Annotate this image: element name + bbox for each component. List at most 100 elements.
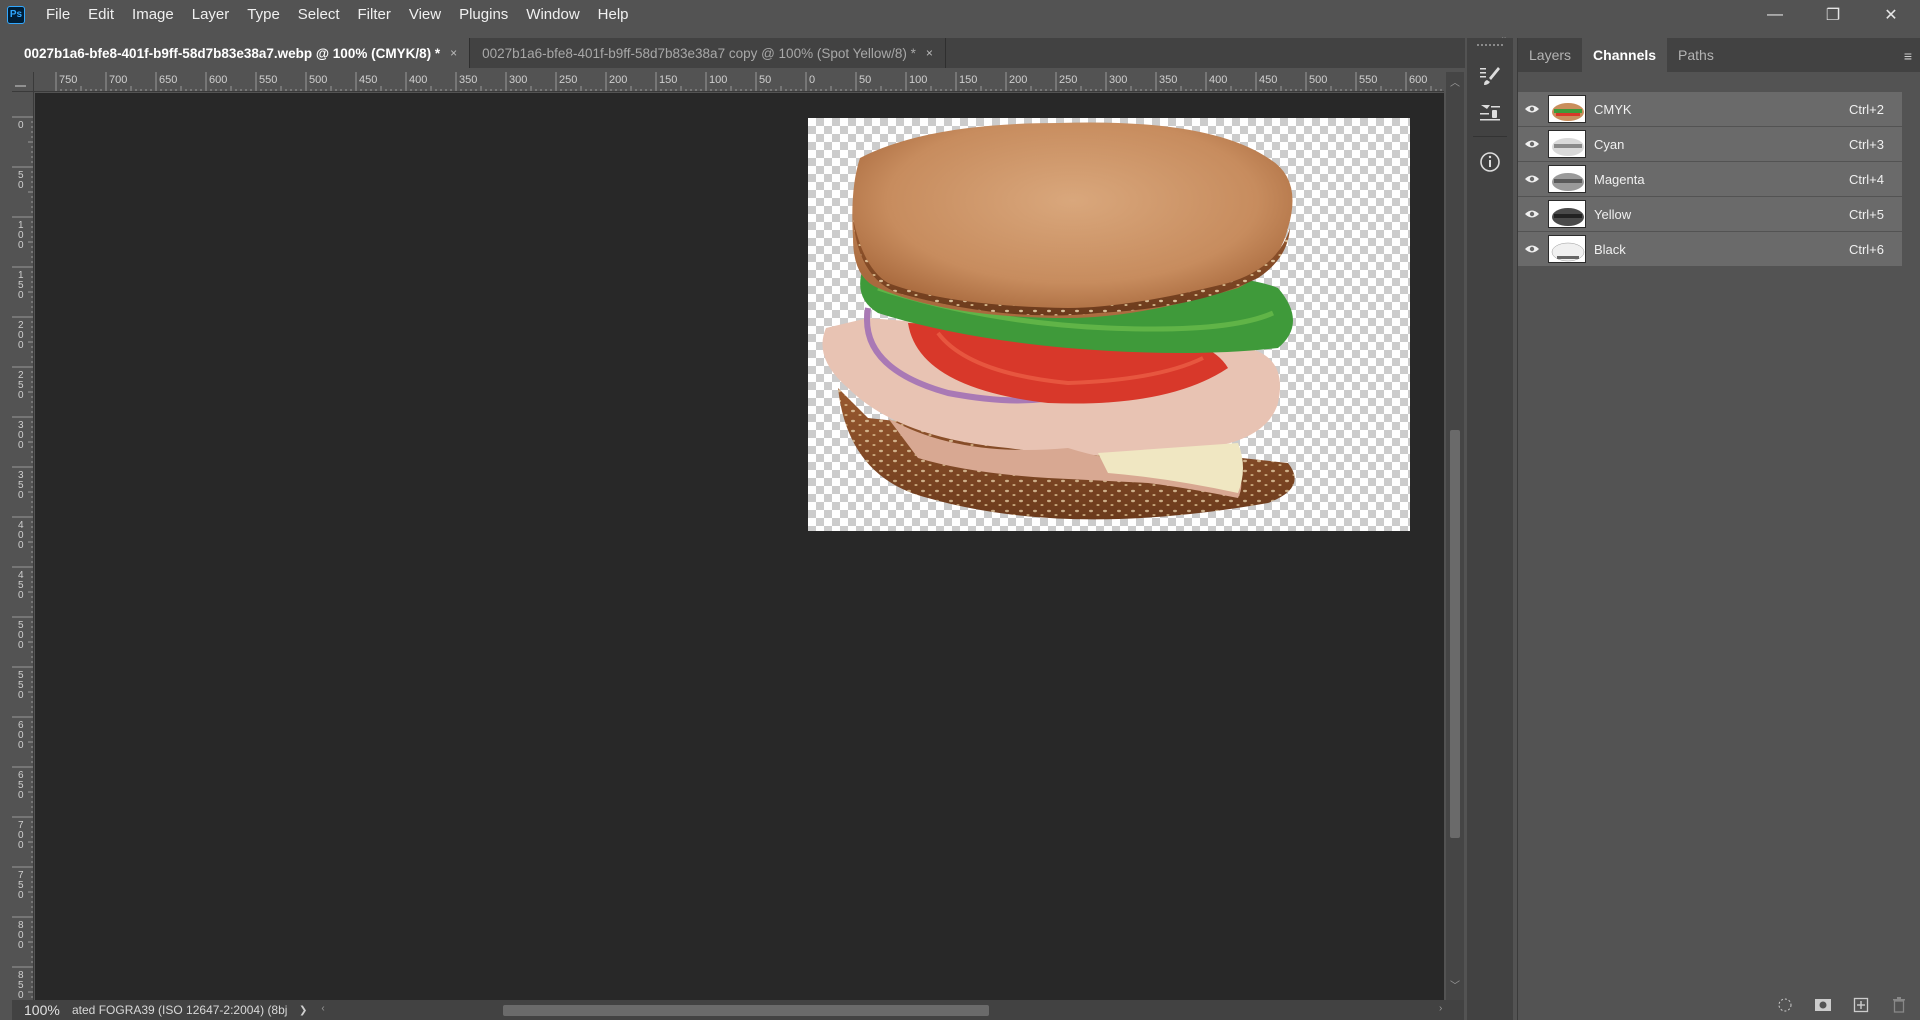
- scroll-up-icon[interactable]: ︿: [1450, 74, 1460, 89]
- restore-button[interactable]: ❐: [1804, 0, 1862, 29]
- photoshop-logo-icon[interactable]: Ps: [7, 5, 25, 24]
- scroll-right-icon[interactable]: ›: [1439, 1003, 1442, 1014]
- horizontal-scroll-thumb[interactable]: [503, 1005, 990, 1016]
- ruler-label: 0: [18, 180, 24, 191]
- eye-icon[interactable]: [1518, 174, 1546, 184]
- dock-divider: [1473, 136, 1507, 137]
- channel-row-magenta[interactable]: Magenta Ctrl+4: [1518, 162, 1902, 197]
- eye-icon[interactable]: [1518, 139, 1546, 149]
- ruler-origin[interactable]: [12, 72, 34, 92]
- channel-name: Magenta: [1594, 171, 1645, 187]
- canvas-area[interactable]: [35, 93, 1444, 1000]
- channel-thumbnail: [1548, 200, 1586, 228]
- eye-icon[interactable]: [1518, 104, 1546, 114]
- channel-row-black[interactable]: Black Ctrl+6: [1518, 232, 1902, 267]
- new-channel-icon[interactable]: [1851, 995, 1871, 1015]
- save-selection-icon[interactable]: [1813, 995, 1833, 1015]
- status-bar: 100% ated FOGRA39 (ISO 12647-2:2004) (8b…: [12, 1000, 1464, 1020]
- ruler-label: 450: [1259, 74, 1277, 86]
- channel-row-cyan[interactable]: Cyan Ctrl+3: [1518, 127, 1902, 162]
- status-menu-arrow-icon[interactable]: ❯: [299, 1005, 307, 1016]
- document-tab-label: 0027b1a6-bfe8-401f-b9ff-58d7b83e38a7 cop…: [482, 45, 916, 61]
- ruler-label: 100: [909, 74, 927, 86]
- tab-layers[interactable]: Layers: [1518, 38, 1582, 72]
- ruler-label: 0: [809, 74, 815, 86]
- scroll-left-icon[interactable]: ‹: [321, 1003, 324, 1014]
- panel-bottom-bar: [1518, 990, 1920, 1020]
- vertical-scrollbar[interactable]: ︿ ﹀: [1446, 72, 1464, 1000]
- ruler-label: 200: [609, 74, 627, 86]
- channel-row-cmyk[interactable]: CMYK Ctrl+2: [1518, 92, 1902, 127]
- channel-thumbnail: [1548, 235, 1586, 263]
- menu-window[interactable]: Window: [517, 0, 588, 29]
- ruler-label: 250: [559, 74, 577, 86]
- menu-type[interactable]: Type: [238, 0, 289, 29]
- document-canvas[interactable]: [808, 118, 1410, 531]
- tab-close-icon[interactable]: ×: [926, 46, 933, 60]
- close-window-button[interactable]: ✕: [1862, 0, 1920, 29]
- dock-grip[interactable]: [1477, 44, 1503, 46]
- menu-layer[interactable]: Layer: [183, 0, 239, 29]
- document-profile-info[interactable]: ated FOGRA39 (ISO 12647-2:2004) (8bj: [72, 1003, 297, 1017]
- minimize-button[interactable]: —: [1746, 0, 1804, 29]
- document-tab-1[interactable]: 0027b1a6-bfe8-401f-b9ff-58d7b83e38a7.web…: [12, 38, 471, 68]
- vertical-ruler[interactable]: 0501001502002503003504004505005506006507…: [12, 92, 34, 1001]
- ruler-label: 350: [1159, 74, 1177, 86]
- channel-row-yellow[interactable]: Yellow Ctrl+5: [1518, 197, 1902, 232]
- channels-list: CMYK Ctrl+2 Cyan Ctrl+3 Magenta Ctrl+4 Y…: [1518, 92, 1902, 267]
- menu-image[interactable]: Image: [123, 0, 183, 29]
- panel-menu-icon[interactable]: ≡: [1904, 48, 1912, 64]
- zoom-level-field[interactable]: 100%: [12, 1002, 72, 1018]
- panel-tab-bar: Layers Channels Paths ≡: [1518, 38, 1920, 72]
- ruler-label: 400: [1209, 74, 1227, 86]
- ruler-label: 250: [1059, 74, 1077, 86]
- ruler-label: 500: [309, 74, 327, 86]
- document-tab-2[interactable]: 0027b1a6-bfe8-401f-b9ff-58d7b83e38a7 cop…: [470, 38, 946, 68]
- ruler-label: 300: [1109, 74, 1127, 86]
- menu-filter[interactable]: Filter: [349, 0, 400, 29]
- channel-thumbnail: [1548, 165, 1586, 193]
- ruler-label: 650: [159, 74, 177, 86]
- tab-close-icon[interactable]: ×: [450, 46, 457, 60]
- scroll-down-icon[interactable]: ﹀: [1450, 977, 1460, 992]
- eye-icon[interactable]: [1518, 244, 1546, 254]
- channel-thumbnail: [1548, 130, 1586, 158]
- horizontal-scrollbar[interactable]: ‹ ›: [319, 1000, 1444, 1020]
- collapsed-panel-dock: [1467, 38, 1513, 1020]
- channels-panel: » Layers Channels Paths ≡ CMYK Ctrl+2 Cy…: [1517, 38, 1920, 1020]
- menu-file[interactable]: File: [37, 0, 79, 29]
- ruler-label: 0: [18, 840, 24, 851]
- ruler-label: 150: [959, 74, 977, 86]
- ruler-label: 0: [18, 690, 24, 701]
- ruler-label: 400: [409, 74, 427, 86]
- ruler-label: 0: [18, 740, 24, 751]
- ruler-label: 750: [59, 74, 77, 86]
- menu-select[interactable]: Select: [289, 0, 349, 29]
- ruler-label: 200: [1009, 74, 1027, 86]
- trash-icon[interactable]: [1889, 995, 1909, 1015]
- ruler-label: 0: [18, 540, 24, 551]
- load-selection-icon[interactable]: [1775, 995, 1795, 1015]
- channel-shortcut: Ctrl+4: [1848, 171, 1884, 187]
- brush-settings-icon[interactable]: [1474, 60, 1506, 92]
- channel-shortcut: Ctrl+6: [1848, 241, 1884, 257]
- menu-edit[interactable]: Edit: [79, 0, 123, 29]
- tab-channels[interactable]: Channels: [1582, 38, 1668, 72]
- eye-icon[interactable]: [1518, 209, 1546, 219]
- ruler-label: 600: [209, 74, 227, 86]
- horizontal-ruler[interactable]: 750 700 650 600 550 500 450 400 350 300 250 200 150 1…: [34, 72, 1444, 92]
- ruler-label: 0: [18, 340, 24, 351]
- info-icon[interactable]: [1474, 146, 1506, 178]
- menu-plugins[interactable]: Plugins: [450, 0, 517, 29]
- menu-view[interactable]: View: [400, 0, 450, 29]
- channel-name: Yellow: [1594, 206, 1632, 222]
- adjustments-icon[interactable]: [1474, 96, 1506, 128]
- menu-help[interactable]: Help: [589, 0, 638, 29]
- ruler-label: 0: [18, 290, 24, 301]
- channel-thumbnail: [1548, 95, 1586, 123]
- ruler-label: 0: [18, 940, 24, 951]
- vertical-scroll-thumb[interactable]: [1450, 430, 1460, 838]
- tab-paths[interactable]: Paths: [1667, 38, 1725, 72]
- channel-shortcut: Ctrl+2: [1848, 101, 1884, 117]
- ruler-label: 0: [18, 790, 24, 801]
